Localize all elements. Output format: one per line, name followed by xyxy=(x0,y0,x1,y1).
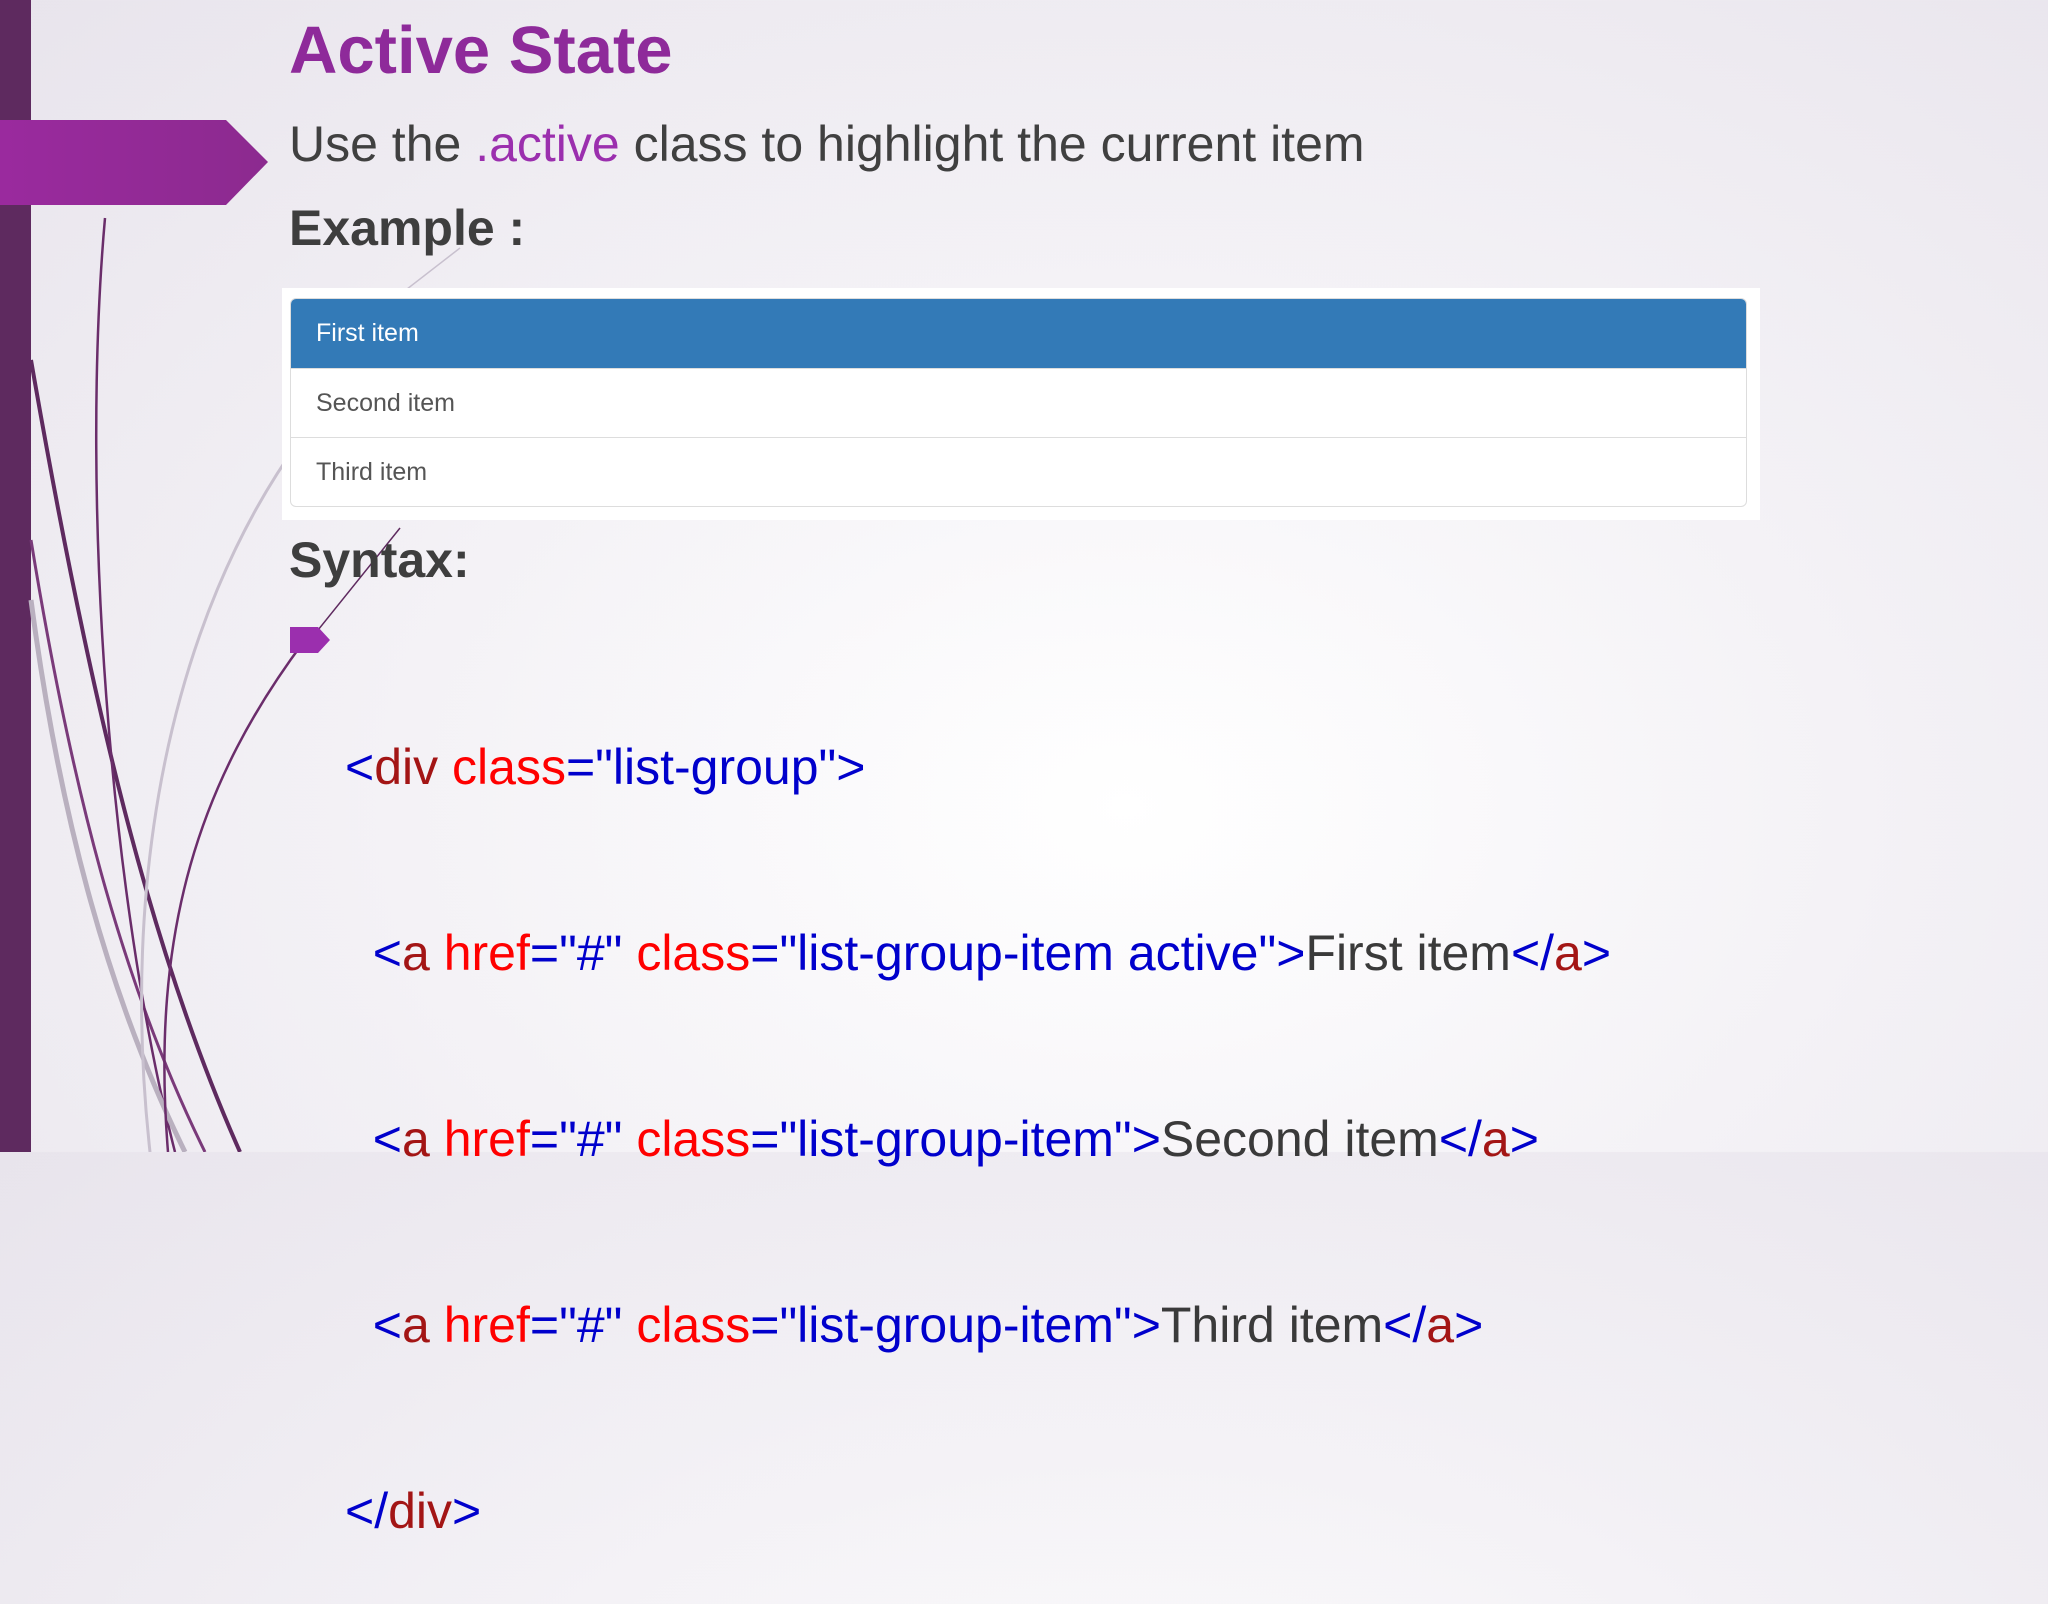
active-class-highlight: .active xyxy=(475,116,620,172)
example-heading: Example : xyxy=(289,200,526,256)
title-arrow-tab xyxy=(0,120,268,205)
slide-title: Active State xyxy=(289,13,673,88)
list-group-item-first[interactable]: First item xyxy=(291,299,1746,368)
code-line-4: <a href="#" class="list-group-item">Thir… xyxy=(372,1297,1484,1353)
code-line-1: <div class="list-group"> xyxy=(345,739,866,795)
arrow-bullet-icon xyxy=(290,627,330,653)
list-group: First item Second item Third item xyxy=(290,298,1747,507)
subtitle-text-after: class to highlight the current item xyxy=(619,116,1365,172)
list-group-item-third[interactable]: Third item xyxy=(291,437,1746,506)
syntax-heading: Syntax: xyxy=(289,532,470,588)
slide-subtitle: Use the .active class to highlight the c… xyxy=(289,112,1365,176)
code-line-2: <a href="#" class="list-group-item activ… xyxy=(372,925,1612,981)
subtitle-text-before: Use the xyxy=(289,116,476,172)
example-screenshot: First item Second item Third item xyxy=(282,288,1760,520)
list-group-item-second[interactable]: Second item xyxy=(291,368,1746,437)
code-line-5: </div> xyxy=(345,1483,482,1539)
code-line-3: <a href="#" class="list-group-item">Seco… xyxy=(372,1111,1539,1167)
code-block: <div class="list-group"> <a href="#" cla… xyxy=(345,612,1611,1604)
